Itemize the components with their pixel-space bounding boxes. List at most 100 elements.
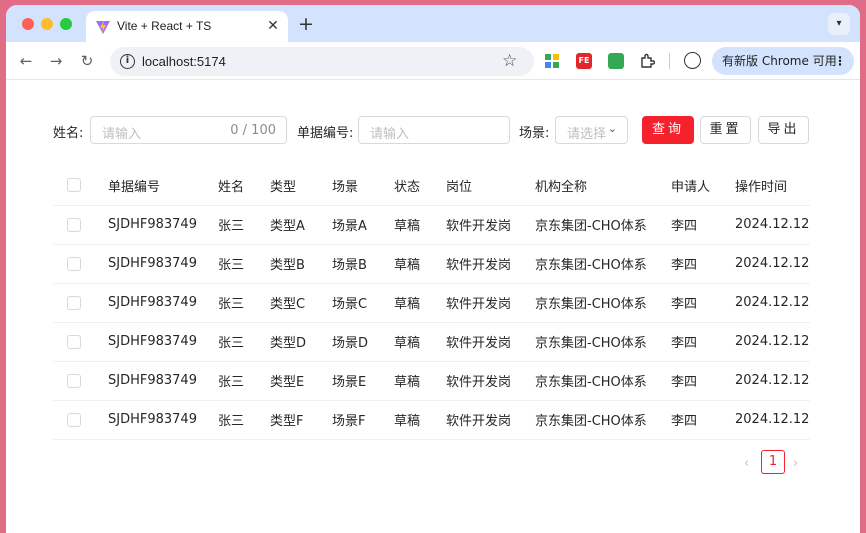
time-cell: 2024.12.12 bbox=[735, 400, 810, 440]
name-cell: 张三 bbox=[218, 400, 270, 440]
extensions-icon[interactable] bbox=[639, 53, 655, 69]
maximize-window-button[interactable] bbox=[60, 18, 72, 30]
scene-label: 场景: bbox=[519, 126, 550, 141]
query-button[interactable]: 查询 bbox=[642, 116, 694, 144]
extension-grid-icon[interactable] bbox=[544, 53, 560, 69]
position-cell: 软件开发岗 bbox=[446, 322, 535, 362]
row-select-cell bbox=[53, 400, 108, 440]
row-checkbox[interactable] bbox=[67, 217, 81, 232]
extension-fe-icon[interactable]: FE bbox=[576, 53, 592, 69]
minimize-window-button[interactable] bbox=[41, 18, 53, 30]
row-select-cell bbox=[53, 244, 108, 284]
row-checkbox[interactable] bbox=[67, 334, 81, 349]
type-cell: 类型A bbox=[270, 205, 332, 245]
type-cell: 类型F bbox=[270, 400, 332, 440]
time-cell: 2024.12.12 bbox=[735, 205, 810, 245]
tab-strip: Vite + React + TS ✕ + ▾ bbox=[6, 5, 860, 42]
vite-logo-icon bbox=[96, 20, 110, 34]
name-placeholder: 请输入 bbox=[102, 127, 142, 142]
tab-active[interactable]: Vite + React + TS ✕ bbox=[86, 11, 288, 42]
tab-title: Vite + React + TS bbox=[117, 19, 212, 33]
time-cell: 2024.12.12 bbox=[735, 361, 810, 401]
name-cell: 张三 bbox=[218, 205, 270, 245]
pagination-page-1[interactable]: 1 bbox=[761, 450, 785, 474]
time-cell: 2024.12.12 bbox=[735, 283, 810, 323]
back-arrow-icon[interactable]: ← bbox=[16, 51, 36, 71]
org-cell: 京东集团-CHO体系 bbox=[535, 400, 671, 440]
update-label: 有新版 Chrome 可用 bbox=[722, 54, 837, 68]
more-menu-icon[interactable]: ⋮ bbox=[834, 47, 846, 75]
tab-search-button[interactable]: ▾ bbox=[828, 13, 850, 35]
browser-window: Vite + React + TS ✕ + ▾ ← → ↻ i localhos… bbox=[6, 5, 860, 533]
column-header: 场景 bbox=[332, 166, 394, 206]
row-checkbox[interactable] bbox=[67, 256, 81, 271]
bookmark-star-icon[interactable]: ☆ bbox=[502, 52, 517, 70]
status-cell: 草稿 bbox=[394, 244, 446, 284]
name-char-counter: 0 / 100 bbox=[230, 123, 276, 138]
reset-button[interactable]: 重置 bbox=[700, 116, 751, 144]
tab-close-icon[interactable]: ✕ bbox=[264, 17, 282, 35]
column-header: 机构全称 bbox=[535, 166, 671, 206]
applicant-cell: 李四 bbox=[671, 361, 735, 401]
address-bar[interactable]: i localhost:5174 ☆ bbox=[110, 47, 534, 76]
applicant-cell: 李四 bbox=[671, 400, 735, 440]
doc-no-cell: SJDHF983749 bbox=[108, 244, 218, 284]
table-row: SJDHF983749 张三 类型E 场景E 草稿 软件开发岗 京东集团-CHO… bbox=[53, 361, 810, 401]
new-tab-button[interactable]: + bbox=[296, 14, 316, 34]
reload-icon[interactable]: ↻ bbox=[77, 51, 97, 71]
org-cell: 京东集团-CHO体系 bbox=[535, 205, 671, 245]
profile-icon[interactable] bbox=[684, 52, 701, 69]
position-cell: 软件开发岗 bbox=[446, 361, 535, 401]
extension-green-icon[interactable] bbox=[608, 53, 624, 69]
doc-no-input[interactable]: 请输入 bbox=[358, 116, 510, 144]
site-info-icon[interactable]: i bbox=[120, 54, 135, 69]
type-cell: 类型D bbox=[270, 322, 332, 362]
row-checkbox[interactable] bbox=[67, 295, 81, 310]
table-header-row: 单据编号 姓名 类型 场景 状态 岗位 机构全称 申请人 操作时间 bbox=[53, 166, 810, 206]
org-cell: 京东集团-CHO体系 bbox=[535, 361, 671, 401]
table-row: SJDHF983749 张三 类型C 场景C 草稿 软件开发岗 京东集团-CHO… bbox=[53, 283, 810, 323]
records-table: 单据编号 姓名 类型 场景 状态 岗位 机构全称 申请人 操作时间 SJDHF9… bbox=[53, 166, 810, 440]
toolbar-divider bbox=[669, 53, 670, 69]
close-window-button[interactable] bbox=[22, 18, 34, 30]
scene-select[interactable]: 请选择 ⌄ bbox=[555, 116, 628, 144]
name-cell: 张三 bbox=[218, 361, 270, 401]
column-header: 岗位 bbox=[446, 166, 535, 206]
position-cell: 软件开发岗 bbox=[446, 244, 535, 284]
pagination-prev-button[interactable]: ‹ bbox=[744, 456, 749, 471]
name-label: 姓名: bbox=[53, 126, 84, 141]
status-cell: 草稿 bbox=[394, 361, 446, 401]
doc-no-placeholder: 请输入 bbox=[370, 127, 410, 142]
export-button[interactable]: 导出 bbox=[758, 116, 809, 144]
row-checkbox[interactable] bbox=[67, 373, 81, 388]
scene-cell: 场景E bbox=[332, 361, 394, 401]
chevron-down-icon: ⌄ bbox=[607, 122, 617, 135]
forward-arrow-icon[interactable]: → bbox=[46, 51, 66, 71]
pagination-next-button[interactable]: › bbox=[793, 456, 798, 471]
select-all-checkbox[interactable] bbox=[67, 178, 81, 193]
time-cell: 2024.12.12 bbox=[735, 322, 810, 362]
column-header: 姓名 bbox=[218, 166, 270, 206]
row-checkbox[interactable] bbox=[67, 412, 81, 427]
scene-cell: 场景C bbox=[332, 283, 394, 323]
name-cell: 张三 bbox=[218, 322, 270, 362]
applicant-cell: 李四 bbox=[671, 322, 735, 362]
org-cell: 京东集团-CHO体系 bbox=[535, 244, 671, 284]
doc-no-cell: SJDHF983749 bbox=[108, 361, 218, 401]
column-header: 申请人 bbox=[671, 166, 735, 206]
applicant-cell: 李四 bbox=[671, 205, 735, 245]
page-content: 姓名: 请输入 0 / 100 单据编号: 请输入 场景: 请选择 ⌄ 查询 重… bbox=[6, 81, 860, 533]
position-cell: 软件开发岗 bbox=[446, 205, 535, 245]
type-cell: 类型E bbox=[270, 361, 332, 401]
status-cell: 草稿 bbox=[394, 205, 446, 245]
url-text[interactable]: localhost:5174 bbox=[142, 54, 226, 69]
column-header: 单据编号 bbox=[108, 166, 218, 206]
status-cell: 草稿 bbox=[394, 322, 446, 362]
doc-no-cell: SJDHF983749 bbox=[108, 205, 218, 245]
name-input[interactable]: 请输入 0 / 100 bbox=[90, 116, 287, 144]
time-cell: 2024.12.12 bbox=[735, 244, 810, 284]
scene-cell: 场景B bbox=[332, 244, 394, 284]
table-row: SJDHF983749 张三 类型B 场景B 草稿 软件开发岗 京东集团-CHO… bbox=[53, 244, 810, 284]
type-cell: 类型C bbox=[270, 283, 332, 323]
chrome-update-button[interactable]: 有新版 Chrome 可用 ⋮ bbox=[712, 47, 854, 75]
